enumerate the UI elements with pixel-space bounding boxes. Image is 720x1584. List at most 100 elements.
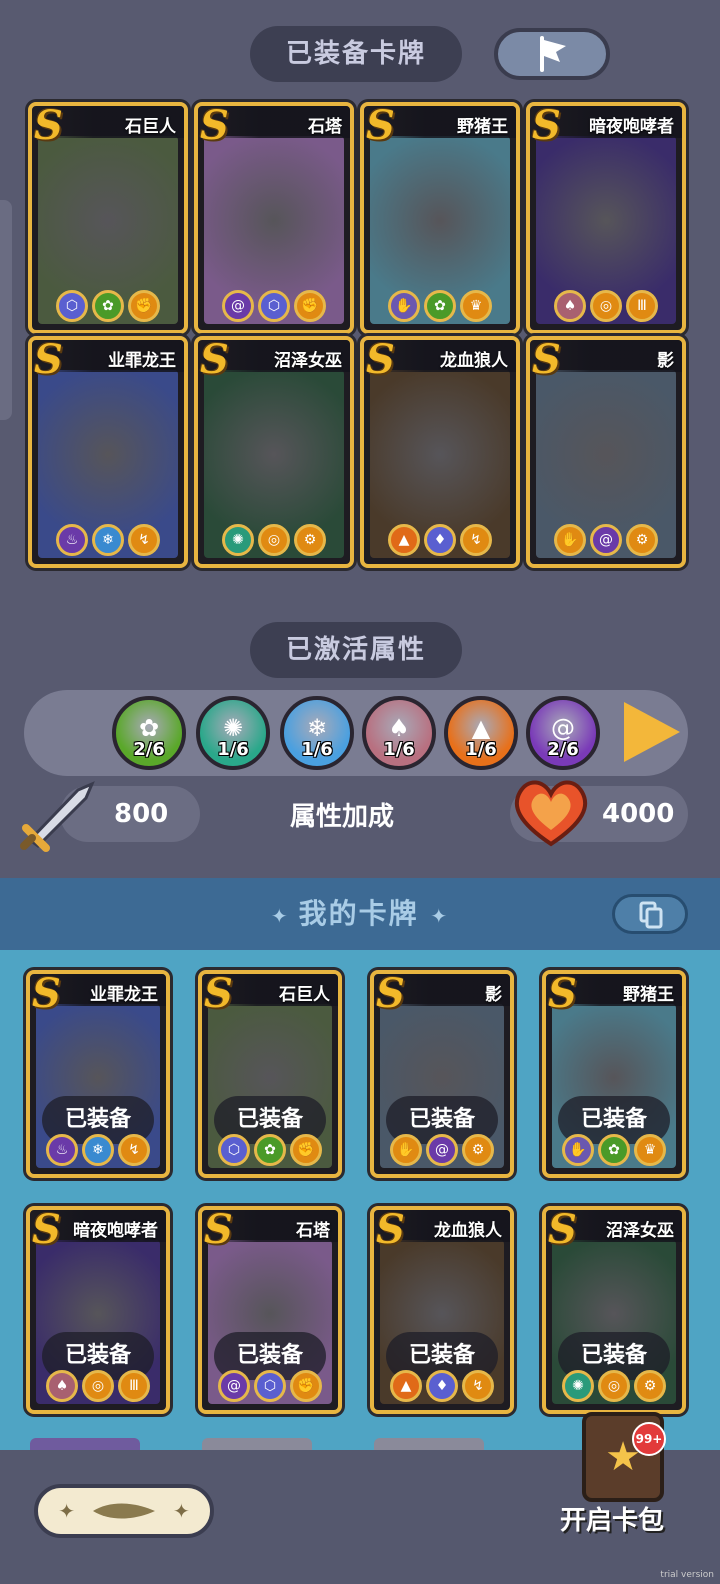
swirl-icon: ◎ bbox=[82, 1370, 114, 1402]
card-rank: S bbox=[32, 1206, 61, 1253]
splash-icon: ✺ bbox=[222, 524, 254, 556]
card[interactable]: S 石巨人 已装备 ⬡ ✿ ✊ bbox=[198, 970, 342, 1178]
card[interactable]: S 石巨人 ⬡ ✿ ✊ bbox=[28, 102, 188, 334]
card[interactable]: S 影 ✋ @ ⚙ bbox=[526, 336, 686, 568]
attack-value: 800 bbox=[114, 799, 169, 829]
vortex-icon: @ bbox=[426, 1134, 458, 1166]
card-attribute-icons: ♨ ❄ ↯ bbox=[30, 1134, 166, 1166]
card[interactable]: S 沼泽女巫 ✺ ◎ ⚙ bbox=[194, 336, 354, 568]
card-name: 暗夜咆哮者 bbox=[73, 1221, 158, 1241]
grass-icon: ✿ bbox=[92, 290, 124, 322]
attribute-vortex[interactable]: @2/6 bbox=[526, 696, 600, 770]
sword-icon bbox=[20, 781, 95, 852]
pillar-icon: Ⅲ bbox=[626, 290, 658, 322]
card-name: 暗夜咆哮者 bbox=[589, 117, 674, 137]
card-name: 龙血狼人 bbox=[440, 351, 508, 371]
vortex-icon: @ bbox=[551, 714, 575, 742]
card-attribute-icons: ♠ ◎ Ⅲ bbox=[30, 1370, 166, 1402]
card-rank: S bbox=[548, 1206, 577, 1253]
card[interactable]: S 影已装备 ✋ @ ⚙ bbox=[370, 970, 514, 1178]
card-name: 石巨人 bbox=[279, 985, 330, 1005]
card-name: 石塔 bbox=[308, 117, 342, 137]
claw-icon: ↯ bbox=[460, 524, 492, 556]
card-name: 影 bbox=[485, 985, 502, 1005]
equipped-cards-title: 已装备卡牌 bbox=[250, 26, 462, 82]
card[interactable]: S 龙血狼人 已装备 ▲ ♦ ↯ bbox=[370, 1206, 514, 1414]
card[interactable]: S 沼泽女巫 已装备 ✺ ◎ ⚙ bbox=[542, 1206, 686, 1414]
fist-icon: ✊ bbox=[290, 1134, 322, 1166]
view-toggle-button[interactable] bbox=[612, 894, 688, 934]
card[interactable]: S 暗夜咆哮者 ♠ ◎ Ⅲ bbox=[526, 102, 686, 334]
card-attribute-icons: ✺ ◎ ⚙ bbox=[198, 524, 350, 556]
card-rank: S bbox=[204, 1206, 233, 1253]
volcano-icon: ▲ bbox=[388, 524, 420, 556]
side-drawer-tab[interactable] bbox=[0, 200, 12, 420]
attribute-squid[interactable]: ♠ 1/6 bbox=[362, 696, 436, 770]
attribute-count: 2/6 bbox=[133, 739, 165, 760]
card[interactable]: S 野猪王 ✋ ✿ ♛ bbox=[360, 102, 520, 334]
card-attribute-icons: ✋ ✿ ♛ bbox=[364, 290, 516, 322]
flag-button[interactable] bbox=[494, 28, 610, 80]
card-attribute-icons: ▲ ♦ ↯ bbox=[374, 1370, 510, 1402]
squid-icon: ♠ bbox=[554, 290, 586, 322]
card-attribute-icons: @ ⬡ ✊ bbox=[198, 290, 350, 322]
fist-icon: ✊ bbox=[128, 290, 160, 322]
gear-icon: ⚙ bbox=[294, 524, 326, 556]
grass-icon: ✿ bbox=[254, 1134, 286, 1166]
gear-icon: ⚙ bbox=[634, 1370, 666, 1402]
open-pack-button[interactable]: 开启卡包 bbox=[560, 1500, 664, 1537]
attribute-splash[interactable]: ✺ 1/6 bbox=[196, 696, 270, 770]
card[interactable]: S 暗夜咆哮者 已装备 ♠ ◎ Ⅲ bbox=[26, 1206, 170, 1414]
attribute-grass[interactable]: ✿ 2/6 bbox=[112, 696, 186, 770]
card[interactable]: S 石塔 @ ⬡ ✊ bbox=[194, 102, 354, 334]
card-name: 业罪龙王 bbox=[108, 351, 176, 371]
squid-icon: ♠ bbox=[388, 714, 410, 742]
card-attribute-icons: ⬡ ✿ ✊ bbox=[202, 1134, 338, 1166]
card-name: 龙血狼人 bbox=[434, 1221, 502, 1241]
rock-shield-icon: ⬡ bbox=[56, 290, 88, 322]
volcano-icon: ▲ bbox=[390, 1370, 422, 1402]
card-attribute-icons: ⬡ ✿ ✊ bbox=[32, 290, 184, 322]
card-name: 石巨人 bbox=[125, 117, 176, 137]
flag-icon bbox=[540, 36, 566, 72]
vortex-icon: @ bbox=[222, 290, 254, 322]
attribute-volcano[interactable]: ▲ 1/6 bbox=[444, 696, 518, 770]
card[interactable]: S 野猪王 已装备 ✋ ✿ ♛ bbox=[542, 970, 686, 1178]
splash-icon: ✺ bbox=[222, 714, 244, 742]
hand-icon: ✋ bbox=[390, 1134, 422, 1166]
card[interactable]: S 石塔 已装备 @ ⬡ ✊ bbox=[198, 1206, 342, 1414]
card-attribute-icons: ♠ ◎ Ⅲ bbox=[530, 290, 682, 322]
health-value: 4000 bbox=[602, 799, 675, 829]
card[interactable]: S 业罪龙王 ♨ ❄ ↯ bbox=[28, 336, 188, 568]
copy-icon bbox=[639, 901, 663, 929]
card-attribute-icons: ✋ @ ⚙ bbox=[530, 524, 682, 556]
claw-icon: ↯ bbox=[462, 1370, 494, 1402]
right-ornament-icon: ✦ bbox=[430, 904, 450, 928]
hand-icon: ✋ bbox=[554, 524, 586, 556]
back-button[interactable]: ✦ ✦ bbox=[34, 1484, 214, 1538]
card-rank: S bbox=[376, 1206, 405, 1253]
vortex-icon: @ bbox=[218, 1370, 250, 1402]
grass-icon: ✿ bbox=[424, 290, 456, 322]
sparkle-icon: ✦ bbox=[173, 1499, 190, 1523]
card-name: 石塔 bbox=[296, 1221, 330, 1241]
ice-icon: ❄ bbox=[92, 524, 124, 556]
card-rank: S bbox=[32, 970, 61, 1017]
card-rank: S bbox=[204, 970, 233, 1017]
attribute-bonus-label: 属性加成 bbox=[290, 802, 395, 832]
squid-icon: ♠ bbox=[46, 1370, 78, 1402]
rock-shield-icon: ⬡ bbox=[258, 290, 290, 322]
fist-icon: ✊ bbox=[294, 290, 326, 322]
card[interactable]: S 龙血狼人 ▲ ♦ ↯ bbox=[360, 336, 520, 568]
card[interactable]: S 业罪龙王 已装备 ♨ ❄ ↯ bbox=[26, 970, 170, 1178]
attribute-count: 1/6 bbox=[217, 739, 249, 760]
left-ornament-icon: ✦ bbox=[270, 904, 299, 928]
rock-shield-icon: ⬡ bbox=[218, 1134, 250, 1166]
next-arrow-icon[interactable] bbox=[624, 702, 680, 762]
card-name: 野猪王 bbox=[623, 985, 674, 1005]
fist-icon: ✊ bbox=[290, 1370, 322, 1402]
attribute-ice[interactable]: ❄ 1/6 bbox=[280, 696, 354, 770]
rock-shield-icon: ⬡ bbox=[254, 1370, 286, 1402]
paw-icon: ✋ bbox=[388, 290, 420, 322]
swirl-icon: ◎ bbox=[258, 524, 290, 556]
